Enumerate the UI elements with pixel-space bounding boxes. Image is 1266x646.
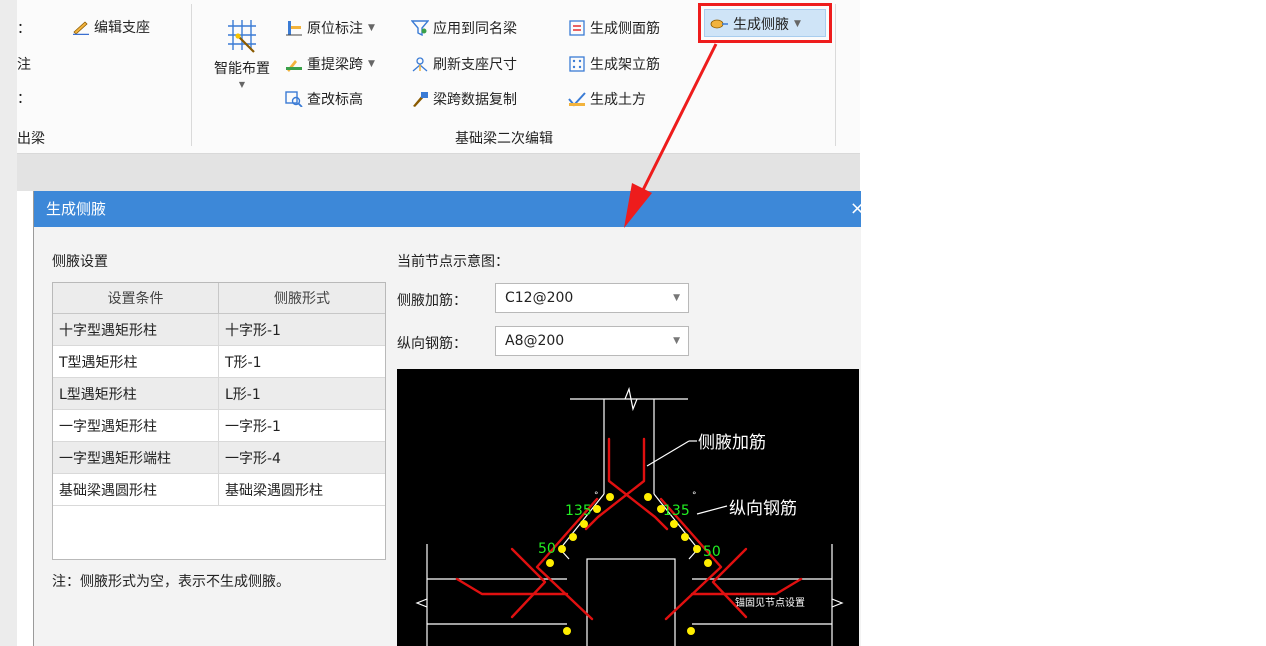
apply-same-name-beam-label: 应用到同名梁 xyxy=(433,21,517,37)
preview-label: 当前节点示意图： xyxy=(397,254,509,270)
table-row[interactable]: T型遇矩形柱 T形-1 xyxy=(53,346,385,378)
table-cell: 一字型遇矩形柱 xyxy=(53,410,219,441)
ribbon-group-label: 基础梁二次编辑 xyxy=(455,131,553,147)
refresh-support-size-button[interactable]: 刷新支座尺寸 xyxy=(411,54,517,74)
dropdown-caret: ▼ xyxy=(368,23,375,33)
long-bar-value: A8@200 xyxy=(505,333,565,349)
apply-funnel-icon xyxy=(411,20,429,36)
table-cell[interactable]: 基础梁遇圆形柱 xyxy=(219,474,385,505)
haunch-bar-select[interactable]: C12@200 ▼ xyxy=(495,283,689,313)
earthwork-icon xyxy=(568,92,586,107)
table-cell[interactable]: 一字形-1 xyxy=(219,410,385,441)
long-bar-select[interactable]: A8@200 ▼ xyxy=(495,326,689,356)
table-cell[interactable]: T形-1 xyxy=(219,346,385,377)
haunch-note: 注：侧腋形式为空，表示不生成侧腋。 xyxy=(52,574,290,590)
refresh-support-icon xyxy=(412,57,428,72)
apply-same-name-beam-button[interactable]: 应用到同名梁 xyxy=(411,18,517,38)
highlight-annotation-box xyxy=(698,3,832,43)
ribbon-partial-text: 注 xyxy=(17,57,31,73)
table-header: 设置条件 侧腋形式 xyxy=(53,283,385,314)
anchor-note-label: 锚固见节点设置 xyxy=(735,597,805,609)
table-cell: T型遇矩形柱 xyxy=(53,346,219,377)
generate-side-bar-label: 生成侧面筋 xyxy=(590,21,660,37)
dialog-title: 生成侧腋 xyxy=(46,200,107,218)
angle-right-label: 135 xyxy=(663,503,690,519)
dimension-left-label: 50 xyxy=(538,541,556,557)
chevron-down-icon: ▼ xyxy=(673,336,680,346)
table-row[interactable]: 一字型遇矩形端柱 一字形-4 xyxy=(53,442,385,474)
ribbon-partial-text: ： xyxy=(17,21,31,37)
ribbon-partial-text: ： xyxy=(17,91,31,107)
refresh-support-size-label: 刷新支座尺寸 xyxy=(433,57,517,73)
re-extract-span-label: 重提梁跨 xyxy=(307,57,363,73)
smart-layout-button[interactable]: 智能布置 ▼ xyxy=(214,16,270,89)
ribbon-separator xyxy=(191,4,192,146)
smart-layout-label: 智能布置 xyxy=(214,61,270,77)
generate-earthwork-label: 生成土方 xyxy=(590,92,646,108)
generate-haunch-dialog: 生成侧腋 × 侧腋设置 设置条件 侧腋形式 十字型遇矩形柱 十字形-1 T型遇矩形… xyxy=(33,191,865,646)
generate-erection-bar-button[interactable]: 生成架立筋 xyxy=(568,54,660,74)
table-cell: L型遇矩形柱 xyxy=(53,378,219,409)
ribbon-separator xyxy=(835,4,836,146)
haunch-bar-value: C12@200 xyxy=(505,290,574,306)
grid-magic-icon xyxy=(228,20,256,53)
diagram-label-longitudinal: 纵向钢筋 xyxy=(729,499,797,519)
dropdown-caret: ▼ xyxy=(368,59,375,69)
table-body: 十字型遇矩形柱 十字形-1 T型遇矩形柱 T形-1 L型遇矩形柱 L形-1 一字型遇矩… xyxy=(53,314,385,506)
node-diagram: 侧腋加筋 纵向钢筋 135 ° 135 ° 50 50 锚固见节点设置 xyxy=(415,386,844,646)
node-diagram-preview: 侧腋加筋 纵向钢筋 135 ° 135 ° 50 50 锚固见节点设置 xyxy=(397,369,859,646)
haunch-bar-label: 侧腋加筋： xyxy=(397,293,467,309)
close-icon[interactable]: × xyxy=(850,191,865,227)
re-extract-span-button[interactable]: 重提梁跨 ▼ xyxy=(285,54,375,74)
angle-left-label: 135 xyxy=(565,503,592,519)
haunch-settings-table: 设置条件 侧腋形式 十字型遇矩形柱 十字形-1 T型遇矩形柱 T形-1 L型遇矩形柱… xyxy=(52,282,386,560)
pencil-line-icon xyxy=(73,21,89,35)
left-edge-panel xyxy=(0,0,17,646)
edit-support-label: 编辑支座 xyxy=(94,20,150,36)
table-row[interactable]: 基础梁遇圆形柱 基础梁遇圆形柱 xyxy=(53,474,385,506)
generate-earthwork-button[interactable]: 生成土方 xyxy=(568,89,646,109)
degree-mark: ° xyxy=(692,491,697,501)
table-cell: 基础梁遇圆形柱 xyxy=(53,474,219,505)
elevation-search-icon xyxy=(285,91,303,107)
beam-span-icon xyxy=(286,60,302,72)
side-bar-icon xyxy=(569,20,585,36)
table-cell: 一字型遇矩形端柱 xyxy=(53,442,219,473)
column-header: 侧腋形式 xyxy=(274,291,330,307)
span-data-copy-button[interactable]: 梁跨数据复制 xyxy=(411,89,517,109)
span-data-copy-label: 梁跨数据复制 xyxy=(433,92,517,108)
check-elevation-label: 查改标高 xyxy=(307,92,363,108)
generate-erection-bar-label: 生成架立筋 xyxy=(590,57,660,73)
ribbon-partial-group-label: 出梁 xyxy=(17,131,45,147)
in-place-annotation-label: 原位标注 xyxy=(307,21,363,37)
dialog-title-bar: 生成侧腋 × xyxy=(34,191,865,227)
workspace-strip xyxy=(17,154,860,191)
table-cell[interactable]: 一字形-4 xyxy=(219,442,385,473)
degree-mark: ° xyxy=(594,491,599,501)
haunch-settings-label: 侧腋设置 xyxy=(52,254,108,270)
table-row[interactable]: 一字型遇矩形柱 一字形-1 xyxy=(53,410,385,442)
table-cell: 十字型遇矩形柱 xyxy=(53,314,219,345)
column-header: 设置条件 xyxy=(53,283,219,313)
edit-support-button[interactable]: 编辑支座 xyxy=(72,17,150,37)
in-place-annotation-button[interactable]: 原位标注 ▼ xyxy=(285,18,375,38)
check-elevation-button[interactable]: 查改标高 xyxy=(285,89,363,109)
table-cell[interactable]: L形-1 xyxy=(219,378,385,409)
table-cell[interactable]: 十字形-1 xyxy=(219,314,385,345)
dimension-right-label: 50 xyxy=(703,544,721,560)
copy-span-icon xyxy=(413,92,428,107)
annotation-icon xyxy=(286,21,302,36)
long-bar-label: 纵向钢筋： xyxy=(397,336,467,352)
table-row[interactable]: L型遇矩形柱 L形-1 xyxy=(53,378,385,410)
generate-side-bar-button[interactable]: 生成侧面筋 xyxy=(568,18,660,38)
table-row[interactable]: 十字型遇矩形柱 十字形-1 xyxy=(53,314,385,346)
diagram-label-haunch: 侧腋加筋 xyxy=(698,433,766,453)
smart-layout-caret: ▼ xyxy=(238,80,246,89)
chevron-down-icon: ▼ xyxy=(673,293,680,303)
erection-bar-icon xyxy=(569,56,585,72)
